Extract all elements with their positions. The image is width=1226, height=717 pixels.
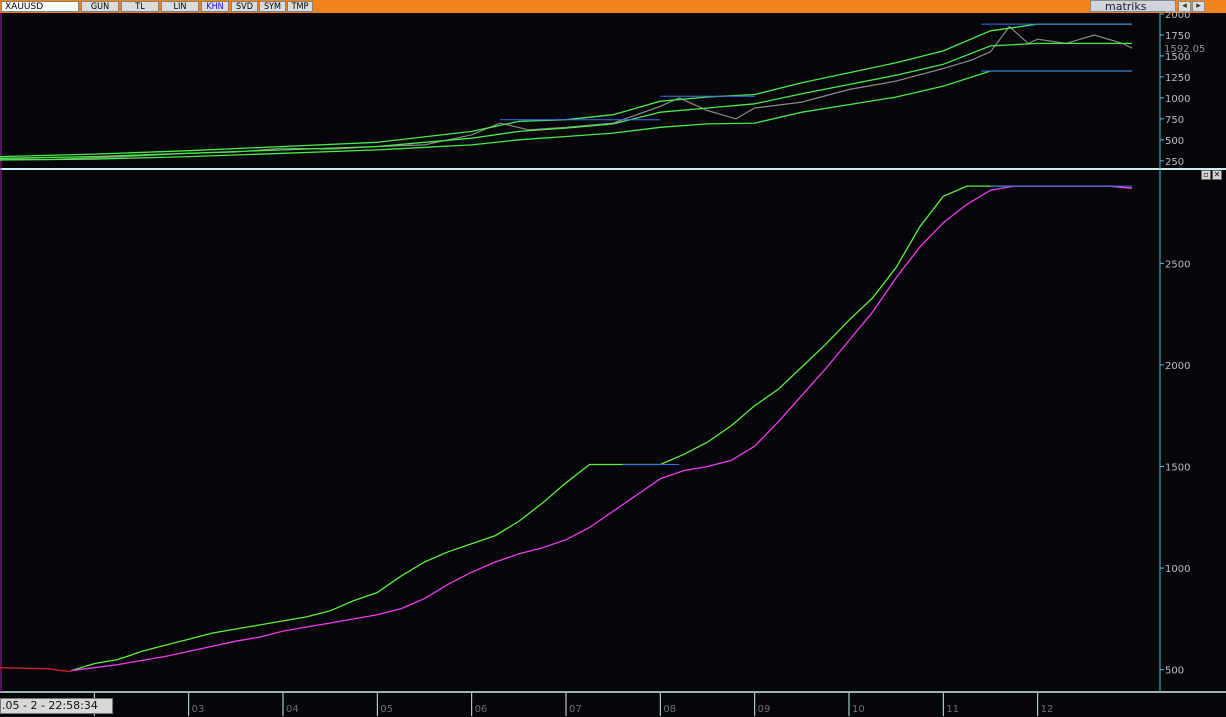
close-window-button[interactable]: ✕ (1212, 170, 1222, 180)
x-tick-label: 06 (475, 704, 488, 715)
y-tick-label: 2000 (1165, 361, 1190, 372)
x-tick-label: 08 (663, 704, 676, 715)
y-tick-label: 2000 (1165, 10, 1190, 21)
y-tick-label: 1000 (1165, 564, 1190, 575)
x-tick-label: 05 (380, 704, 393, 715)
y-tick-label: 2500 (1165, 259, 1190, 270)
y-tick-label: 500 (1165, 136, 1184, 147)
y-tick-label: 750 (1165, 115, 1184, 126)
x-tick-label: 03 (192, 704, 205, 715)
status-time: .05 - 2 - 22:58:34 (0, 698, 113, 714)
x-tick-label: 10 (852, 704, 865, 715)
y-tick-label: 500 (1165, 666, 1184, 677)
y-tick-label: 1000 (1165, 94, 1190, 105)
x-tick-label: 11 (946, 704, 959, 715)
y-tick-label: 250 (1165, 157, 1184, 168)
x-tick-label: 04 (286, 704, 299, 715)
chart-canvas: 250 500 750 1000 1250 1500 1750 2000 1592.05 500… (0, 10, 1226, 717)
x-tick-label: 09 (758, 704, 771, 715)
y-tick-label: 1250 (1165, 73, 1190, 84)
y-tick-label: 1500 (1165, 463, 1190, 474)
x-tick-label: 07 (569, 704, 582, 715)
last-value-label: 1592.05 (1164, 44, 1205, 55)
x-tick-label: 12 (1041, 704, 1054, 715)
y-tick-label: 1750 (1165, 31, 1190, 42)
restore-window-button[interactable]: ▫ (1201, 170, 1211, 180)
